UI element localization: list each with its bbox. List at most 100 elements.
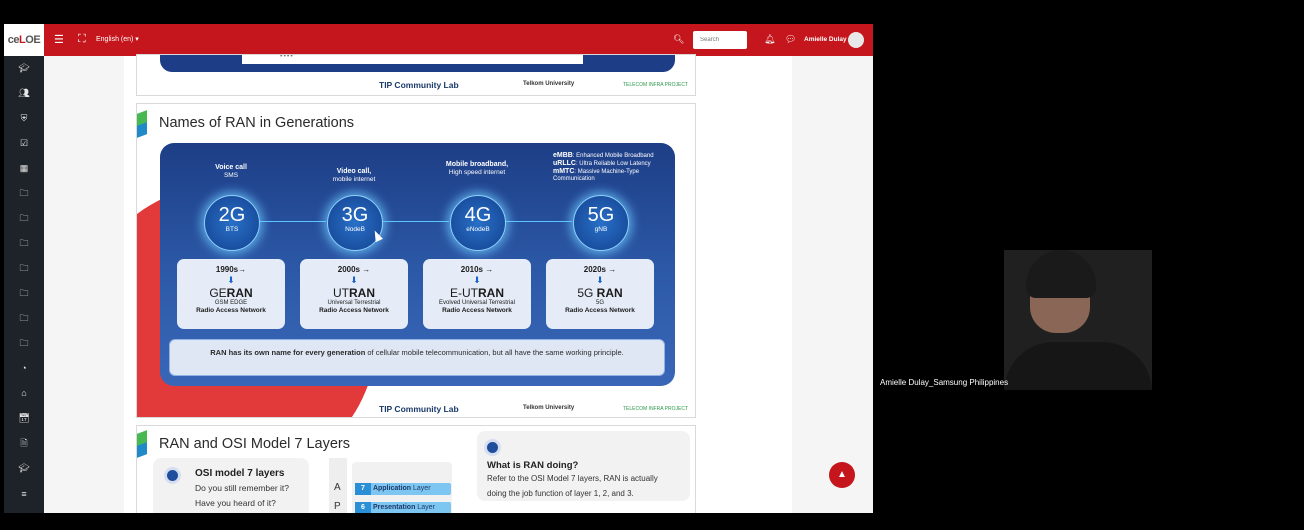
folder-icon[interactable]: 🗀 — [17, 261, 31, 275]
card-ran: Radio Access Network — [319, 307, 389, 314]
card-2g: 1990s→ ⬇ GERAN GSM EDGE Radio Access Net… — [177, 259, 285, 329]
hamburger-menu-icon[interactable]: ☰ — [54, 33, 64, 46]
avatar[interactable] — [848, 32, 864, 48]
osi-question-box: OSI model 7 layers Do you still remember… — [153, 458, 309, 513]
osi-layers-table: A P 7 Application Layer 6 Presentation L… — [329, 458, 455, 513]
fullscreen-icon[interactable]: ⛶ — [78, 33, 86, 46]
folder-icon[interactable]: 🗀 — [17, 311, 31, 325]
ran-diagram: Voice call SMS Video call, mobile internet… — [160, 143, 675, 386]
arrow-4g-5g — [504, 221, 572, 222]
table-icon[interactable]: ▦ — [17, 161, 31, 175]
previous-note-box: •••• — [242, 55, 583, 64]
graduation-cap-icon[interactable]: 🎓︎ — [17, 461, 31, 475]
osi-question-2: Have you heard of it? — [195, 498, 276, 508]
card-name: UTRAN — [333, 286, 375, 300]
notification-bell-icon[interactable]: 🔔︎ — [764, 34, 775, 45]
folder-icon[interactable]: 🗀 — [17, 236, 31, 250]
card-desc: GSM EDGE — [214, 300, 248, 306]
gen-4g-usecase: Mobile broadband, High speed internet — [445, 161, 509, 176]
down-arrow-icon: ⬇ — [227, 275, 235, 285]
card-ran: Radio Access Network — [196, 307, 266, 314]
gen-4g-circle: 4G eNodeB — [450, 195, 506, 251]
main-content: •••• TIP Community Lab Telkom University… — [44, 54, 873, 513]
dashboard-icon[interactable]: ◔ — [17, 361, 31, 375]
gen-3g-usecase: Video call, mobile internet — [332, 168, 376, 183]
shield-icon[interactable]: ⛨ — [17, 111, 31, 125]
layer-row-presentation: 6 Presentation Layer — [355, 502, 451, 513]
person-hair — [1026, 250, 1096, 298]
slide-accent-bar — [137, 430, 147, 458]
folder-icon[interactable]: 🗀 — [17, 286, 31, 300]
folder-icon[interactable]: 🗀 — [17, 186, 31, 200]
sidebar: 🎓︎ 👥︎ ⛨ ☑ ▦ 🗀 🗀 🗀 🗀 🗀 🗀 🗀 ◔ ⌂ 📅︎ 🗎 🎓︎ ≡ — [4, 56, 44, 513]
gen-3g-circle: 3G NodeB — [327, 195, 383, 251]
home-icon[interactable]: ⌂ — [17, 386, 31, 400]
bullet-dot — [164, 467, 181, 484]
down-arrow-icon: ⬇ — [350, 275, 358, 285]
checklist-icon[interactable]: ☑ — [17, 136, 31, 150]
users-icon[interactable]: 👥︎ — [17, 86, 31, 100]
calendar-icon[interactable]: 📅︎ — [17, 411, 31, 425]
participant-name: Amielle Dulay_Samsung Philippines — [880, 378, 1009, 387]
osi-question-1: Do you still remember it? — [195, 483, 290, 493]
layer-letter: A — [334, 482, 341, 493]
scroll-to-top-button[interactable]: ▲ — [829, 462, 855, 488]
gen-5g-circle: 5G gNB — [573, 195, 629, 251]
layer-row-application: 7 Application Layer — [355, 483, 451, 495]
language-selector[interactable]: English (en) ▾ — [96, 35, 139, 43]
footer-tip: TELECOM INFRA PROJECT — [623, 406, 689, 412]
slide-ran-generations: Names of RAN in Generations Voice call SM… — [136, 103, 696, 418]
card-name: 5G RAN — [577, 286, 623, 300]
ran-doing-heading: What is RAN doing? — [487, 460, 579, 471]
arrow-2g-3g — [258, 221, 326, 222]
messages-icon[interactable]: 💬︎ — [785, 34, 796, 45]
note-urllc: uRLLC: Ultra Reliable Low Latency — [553, 160, 651, 167]
menu-icon[interactable]: ≡ — [17, 487, 31, 501]
folder-icon[interactable]: 🗀 — [17, 336, 31, 350]
footer-telkom: Telkom University — [523, 405, 575, 411]
search-input[interactable] — [693, 31, 747, 49]
card-ran: Radio Access Network — [565, 307, 635, 314]
folder-icon[interactable]: 🗀 — [17, 211, 31, 225]
down-arrow-icon: ⬇ — [473, 275, 481, 285]
footer-telkom: Telkom University — [523, 81, 575, 87]
card-desc: Universal Terrestrial — [327, 300, 381, 306]
video-tile[interactable] — [1004, 250, 1152, 390]
user-menu-name[interactable]: Amielle Dulay — [804, 36, 847, 43]
card-5g: 2020s → ⬇ 5G RAN 5G Radio Access Network — [546, 259, 654, 329]
page-area: •••• TIP Community Lab Telkom University… — [124, 54, 792, 513]
footer-tip: TELECOM INFRA PROJECT — [623, 82, 689, 88]
osi-heading: OSI model 7 layers — [195, 468, 285, 479]
slide-title: Names of RAN in Generations — [159, 115, 355, 131]
dots-text: •••• — [280, 54, 294, 60]
search-icon[interactable]: 🔍︎ — [673, 34, 684, 45]
slide-previous: •••• TIP Community Lab Telkom University… — [136, 54, 696, 96]
gen-2g-circle: 2G BTS — [204, 195, 260, 251]
gen-5g-notes: eMBB: Enhanced Mobile Broadband uRLLC: U… — [553, 152, 668, 183]
bullet-dot — [484, 439, 501, 456]
gen-2g-usecase: Voice call SMS — [215, 164, 247, 179]
site-logo[interactable]: ce L OE — [4, 24, 44, 56]
ran-doing-text-1: Refer to the OSI Model 7 layers, RAN is … — [487, 474, 658, 483]
card-name: E-UTRAN — [450, 286, 504, 300]
down-arrow-icon: ⬇ — [596, 275, 604, 285]
person-body — [1004, 342, 1152, 390]
card-year: 2020s → — [583, 265, 617, 274]
browser-app: ceLOE ☰ ⛶ English (en) ▾ 🔍︎ 🔔︎ 💬︎ Amiell… — [4, 24, 873, 513]
footer-lab: TIP Community Lab — [379, 404, 459, 414]
previous-diagram-bottom: •••• — [160, 55, 675, 72]
slide-accent-bar — [137, 110, 147, 138]
graduation-cap-icon[interactable]: 🎓︎ — [17, 61, 31, 75]
card-name: GERAN — [209, 286, 253, 300]
card-3g: 2000s → ⬇ UTRAN Universal Terrestrial Ra… — [300, 259, 408, 329]
card-4g: 2010s → ⬇ E-UTRAN Evolved Universal Terr… — [423, 259, 531, 329]
top-navbar: ceLOE ☰ ⛶ English (en) ▾ 🔍︎ 🔔︎ 💬︎ Amiell… — [4, 24, 873, 56]
card-year: 2010s → — [460, 265, 494, 274]
slide-title: RAN and OSI Model 7 Layers — [159, 436, 351, 452]
card-desc: Evolved Universal Terrestrial — [439, 300, 515, 306]
ran-doing-box: What is RAN doing? Refer to the OSI Mode… — [477, 431, 690, 501]
file-icon[interactable]: 🗎 — [17, 436, 31, 450]
note-mmtc: mMTC: Massive Machine-Type Communication — [553, 168, 640, 182]
card-ran: Radio Access Network — [442, 307, 512, 314]
card-desc: 5G — [595, 300, 604, 306]
